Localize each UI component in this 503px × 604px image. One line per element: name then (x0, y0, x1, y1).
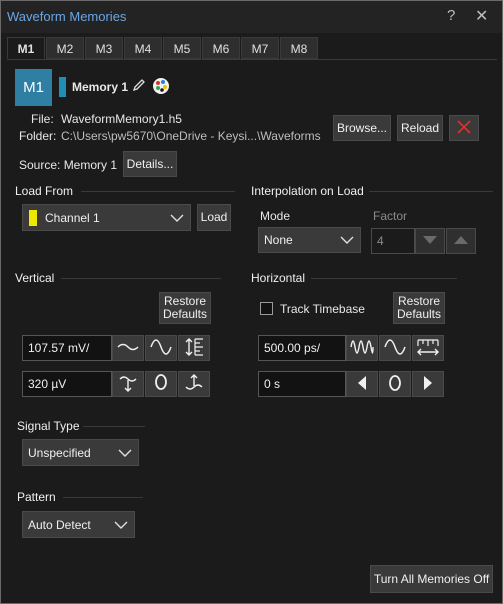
channel-select[interactable]: Channel 1 (22, 204, 191, 231)
tab-divider (7, 59, 497, 60)
chevron-down-icon (340, 234, 354, 249)
load-from-header: Load From (15, 184, 74, 198)
tall-wave-icon (150, 338, 172, 359)
horizontal-position-right-button[interactable] (412, 371, 444, 397)
chevron-down-icon (170, 212, 184, 227)
load-button[interactable]: Load (197, 204, 231, 231)
pattern-divider (63, 497, 143, 498)
mode-select[interactable]: None (258, 227, 361, 253)
track-timebase-checkbox[interactable] (260, 302, 273, 315)
triangle-left-icon (356, 375, 368, 394)
horizontal-scale-input[interactable]: 500.00 ps/ (258, 335, 346, 361)
dense-wave-icon (350, 338, 374, 359)
tab-m4[interactable]: M4 (124, 37, 162, 59)
vertical-offset-up-button[interactable] (178, 371, 210, 397)
vertical-autoscale-button[interactable] (178, 335, 210, 361)
signal-type-divider (83, 426, 145, 427)
factor-increment-button[interactable] (446, 228, 476, 254)
zero-icon (154, 373, 168, 396)
horizontal-header: Horizontal (251, 271, 306, 285)
vertical-divider (61, 278, 221, 279)
horizontal-scale-coarse-button[interactable] (379, 335, 411, 361)
turn-all-memories-off-button[interactable]: Turn All Memories Off (370, 565, 493, 593)
offset-down-icon (117, 373, 139, 396)
channel-color-swatch (29, 209, 37, 226)
pattern-select[interactable]: Auto Detect (22, 511, 135, 538)
vertical-scale-icon (183, 337, 205, 360)
factor-label: Factor (373, 209, 408, 223)
track-timebase-label: Track Timebase (280, 302, 365, 316)
tab-m8[interactable]: M8 (280, 37, 318, 59)
signal-type-header: Signal Type (17, 419, 80, 433)
color-palette-icon[interactable] (152, 77, 170, 98)
factor-input[interactable]: 4 (371, 228, 415, 254)
chevron-down-icon (118, 447, 132, 462)
horizontal-autoscale-button[interactable] (412, 335, 444, 361)
file-label: File: (31, 112, 54, 126)
close-icon[interactable]: ✕ (475, 6, 488, 26)
folder-label: Folder: (19, 129, 57, 143)
vertical-scale-input[interactable]: 107.57 mV/ (22, 335, 112, 361)
triangle-up-icon (453, 234, 469, 248)
vertical-offset-down-button[interactable] (112, 371, 144, 397)
tab-m7[interactable]: M7 (241, 37, 279, 59)
triangle-down-icon (422, 234, 438, 248)
edit-pencil-icon[interactable] (131, 77, 147, 96)
pattern-value: Auto Detect (28, 517, 91, 532)
tab-m3[interactable]: M3 (85, 37, 123, 59)
horizontal-scale-fine-button[interactable] (346, 335, 378, 361)
reload-button[interactable]: Reload (397, 115, 443, 141)
horizontal-position-input[interactable]: 0 s (258, 371, 346, 397)
delete-x-icon (456, 119, 472, 138)
horizontal-position-zero-button[interactable] (379, 371, 411, 397)
vertical-header: Vertical (15, 271, 55, 285)
factor-decrement-button[interactable] (415, 228, 445, 254)
chevron-down-icon (114, 519, 128, 534)
memory-name: Memory 1 (72, 80, 129, 94)
browse-button[interactable]: Browse... (333, 115, 391, 141)
flat-wave-icon (117, 340, 139, 357)
tab-m6[interactable]: M6 (202, 37, 240, 59)
horizontal-restore-defaults-button[interactable]: Restore Defaults (393, 292, 445, 324)
window-title: Waveform Memories (7, 9, 127, 24)
vertical-offset-input[interactable]: 320 µV (22, 371, 112, 397)
zero-icon (388, 374, 402, 395)
interpolation-divider (369, 191, 493, 192)
memory-badge: M1 (15, 69, 52, 106)
offset-up-icon (183, 373, 205, 396)
horizontal-position-left-button[interactable] (346, 371, 378, 397)
channel-select-value: Channel 1 (45, 210, 100, 225)
tab-m2[interactable]: M2 (46, 37, 84, 59)
vertical-restore-defaults-button[interactable]: Restore Defaults (159, 292, 211, 324)
waveform-memories-window: Waveform Memories ? ✕ M1 M2 M3 M4 M5 M6 … (0, 0, 503, 604)
file-value: WaveformMemory1.h5 (61, 112, 182, 126)
mode-select-value: None (264, 233, 293, 247)
help-icon[interactable]: ? (447, 7, 455, 24)
title-bar: Waveform Memories ? ✕ (1, 1, 502, 33)
horizontal-divider (311, 278, 457, 279)
tab-m5[interactable]: M5 (163, 37, 201, 59)
wide-wave-icon (384, 338, 406, 359)
horizontal-scale-icon (416, 337, 440, 360)
load-from-divider (81, 191, 235, 192)
vertical-scale-fine-button[interactable] (112, 335, 144, 361)
vertical-scale-coarse-button[interactable] (145, 335, 177, 361)
signal-type-value: Unspecified (28, 445, 91, 460)
folder-value: C:\Users\pw5670\OneDrive - Keysi...\Wave… (61, 129, 321, 143)
memory-color-swatch (59, 77, 66, 97)
details-button[interactable]: Details... (123, 151, 177, 177)
vertical-offset-zero-button[interactable] (145, 371, 177, 397)
pattern-header: Pattern (17, 490, 56, 504)
interpolation-header: Interpolation on Load (251, 184, 364, 198)
source-label: Source: Memory 1 (19, 158, 118, 172)
delete-memory-button[interactable] (449, 115, 479, 141)
mode-label: Mode (260, 209, 291, 223)
triangle-right-icon (422, 375, 434, 394)
tab-m1[interactable]: M1 (7, 37, 45, 59)
signal-type-select[interactable]: Unspecified (22, 439, 139, 466)
